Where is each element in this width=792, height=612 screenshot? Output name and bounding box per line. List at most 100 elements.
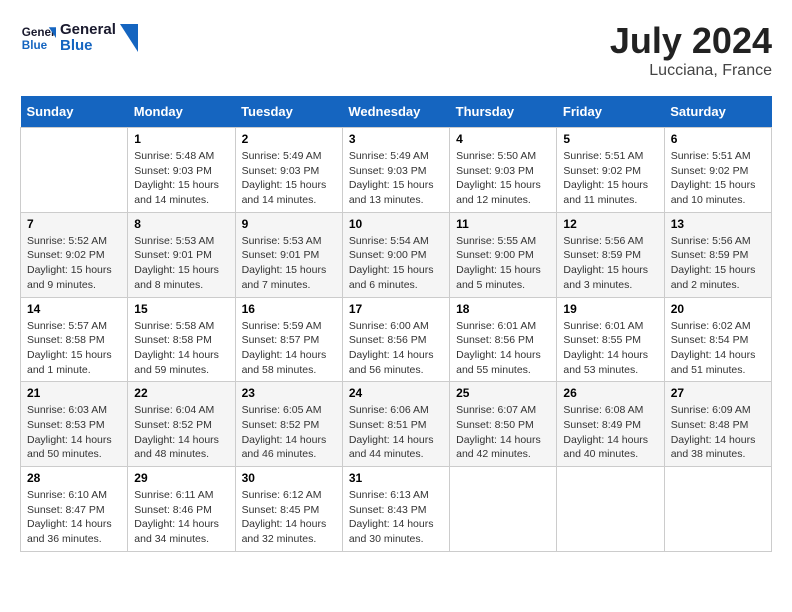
day-number: 13 — [671, 217, 765, 231]
calendar-cell: 6 Sunrise: 5:51 AMSunset: 9:02 PMDaylight… — [664, 128, 771, 213]
calendar-week-row: 1 Sunrise: 5:48 AMSunset: 9:03 PMDaylight… — [21, 128, 772, 213]
day-info: Sunrise: 5:57 AMSunset: 8:58 PMDaylight:… — [27, 319, 121, 378]
logo-blue-text: Blue — [60, 38, 116, 55]
calendar-cell: 22Sunrise: 6:04 AMSunset: 8:52 PMDayligh… — [128, 382, 235, 467]
day-info: Sunrise: 6:11 AMSunset: 8:46 PMDaylight:… — [134, 488, 228, 547]
calendar-cell — [664, 467, 771, 552]
calendar-week-row: 28Sunrise: 6:10 AMSunset: 8:47 PMDayligh… — [21, 467, 772, 552]
calendar-cell: 5 Sunrise: 5:51 AMSunset: 9:02 PMDaylight… — [557, 128, 664, 213]
title-block: July 2024 Lucciana, France — [610, 20, 772, 80]
calendar-cell: 2 Sunrise: 5:49 AMSunset: 9:03 PMDaylight… — [235, 128, 342, 213]
day-number: 12 — [563, 217, 657, 231]
weekday-header: Thursday — [450, 96, 557, 128]
day-info: Sunrise: 5:51 AMSunset: 9:02 PMDaylight:… — [671, 149, 765, 208]
day-info: Sunrise: 5:59 AMSunset: 8:57 PMDaylight:… — [242, 319, 336, 378]
day-info: Sunrise: 6:00 AMSunset: 8:56 PMDaylight:… — [349, 319, 443, 378]
calendar-cell: 9 Sunrise: 5:53 AMSunset: 9:01 PMDaylight… — [235, 212, 342, 297]
day-number: 15 — [134, 302, 228, 316]
calendar-cell: 17 Sunrise: 6:00 AMSunset: 8:56 PMDayligh… — [342, 297, 449, 382]
calendar-cell: 25 Sunrise: 6:07 AMSunset: 8:50 PMDayligh… — [450, 382, 557, 467]
logo: General Blue General Blue — [20, 20, 138, 56]
day-info: Sunrise: 5:54 AMSunset: 9:00 PMDaylight:… — [349, 234, 443, 293]
day-number: 6 — [671, 132, 765, 146]
day-info: Sunrise: 5:51 AMSunset: 9:02 PMDaylight:… — [563, 149, 657, 208]
day-info: Sunrise: 5:55 AMSunset: 9:00 PMDaylight:… — [456, 234, 550, 293]
day-info: Sunrise: 5:49 AMSunset: 9:03 PMDaylight:… — [242, 149, 336, 208]
day-info: Sunrise: 6:13 AMSunset: 8:43 PMDaylight:… — [349, 488, 443, 547]
calendar-cell: 13 Sunrise: 5:56 AMSunset: 8:59 PMDayligh… — [664, 212, 771, 297]
day-info: Sunrise: 5:48 AMSunset: 9:03 PMDaylight:… — [134, 149, 228, 208]
day-number: 29 — [134, 471, 228, 485]
weekday-header-row: SundayMondayTuesdayWednesdayThursdayFrid… — [21, 96, 772, 128]
weekday-header: Sunday — [21, 96, 128, 128]
day-number: 3 — [349, 132, 443, 146]
month-title: July 2024 — [610, 20, 772, 62]
calendar-cell: 10 Sunrise: 5:54 AMSunset: 9:00 PMDayligh… — [342, 212, 449, 297]
calendar-cell: 28Sunrise: 6:10 AMSunset: 8:47 PMDayligh… — [21, 467, 128, 552]
day-info: Sunrise: 6:06 AMSunset: 8:51 PMDaylight:… — [349, 403, 443, 462]
calendar-cell: 27 Sunrise: 6:09 AMSunset: 8:48 PMDayligh… — [664, 382, 771, 467]
day-info: Sunrise: 5:53 AMSunset: 9:01 PMDaylight:… — [134, 234, 228, 293]
calendar-cell: 1 Sunrise: 5:48 AMSunset: 9:03 PMDaylight… — [128, 128, 235, 213]
day-number: 25 — [456, 386, 550, 400]
day-info: Sunrise: 5:52 AMSunset: 9:02 PMDaylight:… — [27, 234, 121, 293]
day-info: Sunrise: 5:50 AMSunset: 9:03 PMDaylight:… — [456, 149, 550, 208]
calendar-cell: 21Sunrise: 6:03 AMSunset: 8:53 PMDayligh… — [21, 382, 128, 467]
day-info: Sunrise: 5:58 AMSunset: 8:58 PMDaylight:… — [134, 319, 228, 378]
calendar-cell: 29 Sunrise: 6:11 AMSunset: 8:46 PMDayligh… — [128, 467, 235, 552]
day-info: Sunrise: 6:02 AMSunset: 8:54 PMDaylight:… — [671, 319, 765, 378]
day-info: Sunrise: 6:07 AMSunset: 8:50 PMDaylight:… — [456, 403, 550, 462]
day-info: Sunrise: 6:01 AMSunset: 8:55 PMDaylight:… — [563, 319, 657, 378]
calendar-cell: 14 Sunrise: 5:57 AMSunset: 8:58 PMDayligh… — [21, 297, 128, 382]
calendar-cell: 7 Sunrise: 5:52 AMSunset: 9:02 PMDaylight… — [21, 212, 128, 297]
day-number: 16 — [242, 302, 336, 316]
day-number: 14 — [27, 302, 121, 316]
day-info: Sunrise: 6:12 AMSunset: 8:45 PMDaylight:… — [242, 488, 336, 547]
weekday-header: Saturday — [664, 96, 771, 128]
calendar-cell: 16 Sunrise: 5:59 AMSunset: 8:57 PMDayligh… — [235, 297, 342, 382]
day-info: Sunrise: 6:08 AMSunset: 8:49 PMDaylight:… — [563, 403, 657, 462]
day-info: Sunrise: 6:09 AMSunset: 8:48 PMDaylight:… — [671, 403, 765, 462]
day-number: 10 — [349, 217, 443, 231]
logo-arrow-icon — [120, 24, 138, 52]
calendar-cell — [557, 467, 664, 552]
day-number: 11 — [456, 217, 550, 231]
calendar-cell: 3Sunrise: 5:49 AMSunset: 9:03 PMDaylight… — [342, 128, 449, 213]
calendar-cell: 26 Sunrise: 6:08 AMSunset: 8:49 PMDayligh… — [557, 382, 664, 467]
calendar-cell — [450, 467, 557, 552]
day-info: Sunrise: 5:56 AMSunset: 8:59 PMDaylight:… — [563, 234, 657, 293]
day-number: 1 — [134, 132, 228, 146]
day-info: Sunrise: 5:56 AMSunset: 8:59 PMDaylight:… — [671, 234, 765, 293]
day-number: 17 — [349, 302, 443, 316]
day-number: 18 — [456, 302, 550, 316]
weekday-header: Monday — [128, 96, 235, 128]
calendar-cell: 20 Sunrise: 6:02 AMSunset: 8:54 PMDayligh… — [664, 297, 771, 382]
calendar-cell: 15 Sunrise: 5:58 AMSunset: 8:58 PMDayligh… — [128, 297, 235, 382]
day-info: Sunrise: 6:05 AMSunset: 8:52 PMDaylight:… — [242, 403, 336, 462]
day-number: 28 — [27, 471, 121, 485]
day-info: Sunrise: 6:01 AMSunset: 8:56 PMDaylight:… — [456, 319, 550, 378]
day-number: 24 — [349, 386, 443, 400]
calendar-cell: 8 Sunrise: 5:53 AMSunset: 9:01 PMDaylight… — [128, 212, 235, 297]
day-number: 19 — [563, 302, 657, 316]
calendar-cell: 31Sunrise: 6:13 AMSunset: 8:43 PMDayligh… — [342, 467, 449, 552]
day-number: 23 — [242, 386, 336, 400]
day-number: 5 — [563, 132, 657, 146]
day-info: Sunrise: 6:04 AMSunset: 8:52 PMDaylight:… — [134, 403, 228, 462]
day-number: 2 — [242, 132, 336, 146]
calendar-week-row: 21Sunrise: 6:03 AMSunset: 8:53 PMDayligh… — [21, 382, 772, 467]
day-info: Sunrise: 5:53 AMSunset: 9:01 PMDaylight:… — [242, 234, 336, 293]
page-header: General Blue General Blue July 2024 Lucc… — [20, 20, 772, 80]
logo-icon: General Blue — [20, 20, 56, 56]
calendar-table: SundayMondayTuesdayWednesdayThursdayFrid… — [20, 96, 772, 552]
svg-text:Blue: Blue — [22, 39, 48, 52]
day-number: 7 — [27, 217, 121, 231]
calendar-cell: 23 Sunrise: 6:05 AMSunset: 8:52 PMDayligh… — [235, 382, 342, 467]
day-number: 9 — [242, 217, 336, 231]
calendar-cell: 24 Sunrise: 6:06 AMSunset: 8:51 PMDayligh… — [342, 382, 449, 467]
day-number: 8 — [134, 217, 228, 231]
calendar-cell: 18 Sunrise: 6:01 AMSunset: 8:56 PMDayligh… — [450, 297, 557, 382]
day-number: 27 — [671, 386, 765, 400]
day-number: 20 — [671, 302, 765, 316]
day-number: 26 — [563, 386, 657, 400]
